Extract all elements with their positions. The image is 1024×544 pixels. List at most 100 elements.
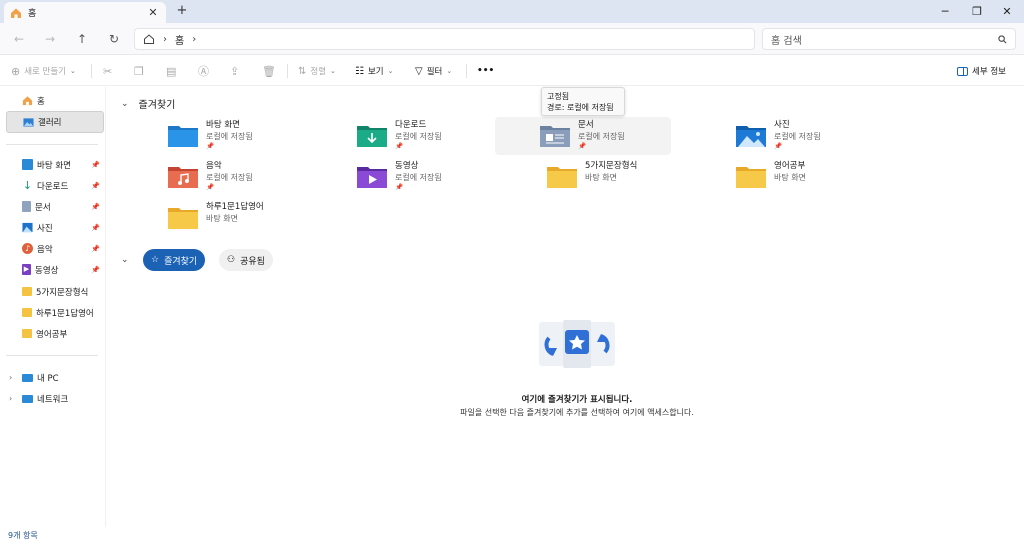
sidebar-item-label: 하루1문1답영어 <box>36 308 94 319</box>
breadcrumb-chevron-icon[interactable]: › <box>192 34 196 45</box>
sidebar-item-label: 음악 <box>37 244 53 255</box>
pin-icon[interactable]: 📌 <box>91 266 100 274</box>
back-button[interactable]: ← <box>10 30 28 48</box>
pin-icon[interactable]: 📌 <box>91 203 100 211</box>
view-icon: ☷ <box>355 65 364 77</box>
sidebar-item-pictures[interactable]: 사진 📌 <box>6 218 104 237</box>
sidebar-item-gallery[interactable]: 갤러리 <box>6 111 104 133</box>
view-button[interactable]: ☷ 보기 ⌄ <box>355 64 393 78</box>
pc-icon <box>22 373 33 382</box>
copy-icon[interactable]: ❐ <box>134 64 144 78</box>
folder-icon <box>22 329 32 338</box>
tile-videos[interactable]: 동영상 로컬에 저장됨 📌 <box>349 158 525 196</box>
video-folder-icon <box>357 167 387 188</box>
maximize-button[interactable]: ❐ <box>960 0 994 23</box>
tab-home[interactable]: 홈 ✕ <box>4 2 166 23</box>
tile-name: 5가지문장형식 <box>585 161 638 171</box>
tile-music[interactable]: 음악 로컬에 저장됨 📌 <box>160 158 336 196</box>
details-pane-button[interactable]: 세부 정보 <box>957 64 1006 78</box>
sidebar-item-label: 홈 <box>37 96 45 107</box>
pin-icon[interactable]: 📌 <box>91 224 100 232</box>
tile-pictures[interactable]: 사진 로컬에 저장됨 📌 <box>728 117 904 155</box>
up-button[interactable]: ↑ <box>73 30 91 48</box>
sidebar-item-folder[interactable]: 하루1문1답영어 <box>6 303 104 322</box>
sidebar-item-documents[interactable]: 문서 📌 <box>6 197 104 216</box>
command-bar: ⊕ 새로 만들기 ⌄ ✂ ❐ ▤ Ⓐ ⇪ 🗑 ⇅ 정렬 ⌄ ☷ 보기 ⌄ ▽ 필… <box>0 56 1024 86</box>
more-options-button[interactable]: ••• <box>477 64 494 78</box>
share-icon[interactable]: ⇪ <box>230 64 239 78</box>
chevron-right-icon[interactable]: › <box>9 394 12 403</box>
nav-bar: ← → ↑ ↻ › 홈 › 홈 검색 <box>0 23 1024 55</box>
sidebar-item-music[interactable]: ♪ 음악 📌 <box>6 239 104 258</box>
empty-state-illustration <box>539 320 615 368</box>
tab-close-icon[interactable]: ✕ <box>146 6 160 19</box>
divider <box>91 64 92 78</box>
sidebar-item-label: 다운로드 <box>37 181 69 192</box>
sidebar-item-this-pc[interactable]: › 내 PC <box>6 368 104 387</box>
sidebar-item-label: 5가지문장형식 <box>36 287 89 298</box>
search-icon <box>998 34 1007 43</box>
star-icon: ☆ <box>151 255 160 265</box>
close-window-button[interactable]: ✕ <box>990 0 1024 23</box>
divider <box>6 144 98 145</box>
new-button[interactable]: ⊕ 새로 만들기 ⌄ <box>11 64 76 78</box>
tile-name: 동영상 <box>395 161 419 171</box>
paste-icon[interactable]: ▤ <box>166 64 176 78</box>
section-title: 즐겨찾기 <box>138 100 176 111</box>
sort-label: 정렬 <box>310 67 327 77</box>
video-icon: ▶ <box>22 264 31 275</box>
quick-access-header[interactable]: ⌄ 즐겨찾기 <box>121 96 176 112</box>
tab-favorites[interactable]: ☆ 즐겨찾기 <box>143 249 206 271</box>
tile-subtitle: 바탕 화면 <box>206 214 238 223</box>
sidebar-item-network[interactable]: › 네트워크 <box>6 389 104 408</box>
tooltip-line: 경로: 로컬에 저장됨 <box>547 103 614 112</box>
address-bar[interactable]: › 홈 › <box>134 28 755 50</box>
pin-icon: 📌 <box>578 142 587 150</box>
tile-name: 문서 <box>578 120 594 130</box>
sidebar-item-downloads[interactable]: ↓ 다운로드 📌 <box>6 176 104 195</box>
tile-folder[interactable]: 영어공부 바탕 화면 <box>728 158 904 196</box>
tile-name: 다운로드 <box>395 120 427 130</box>
new-tab-button[interactable]: + <box>174 3 190 18</box>
forward-button[interactable]: → <box>41 30 59 48</box>
sidebar-item-desktop[interactable]: 바탕 화면 📌 <box>6 155 104 174</box>
tab-shared[interactable]: ⚇ 공유됨 <box>219 249 273 271</box>
tile-documents[interactable]: 문서 로컬에 저장됨 📌 <box>495 117 671 155</box>
cut-icon[interactable]: ✂ <box>103 64 112 78</box>
sidebar-item-home[interactable]: 홈 <box>6 91 104 110</box>
refresh-button[interactable]: ↻ <box>105 30 123 48</box>
tab-label: 공유됨 <box>240 256 265 267</box>
sidebar-item-folder[interactable]: 5가지문장형식 <box>6 282 104 301</box>
tile-name: 바탕 화면 <box>206 120 240 130</box>
delete-icon[interactable]: 🗑 <box>262 64 276 78</box>
tile-subtitle: 바탕 화면 <box>585 173 617 182</box>
collapse-chevron[interactable]: ⌄ <box>121 255 129 265</box>
chevron-down-icon: ⌄ <box>70 67 76 75</box>
search-input[interactable]: 홈 검색 <box>762 28 1016 50</box>
minimize-button[interactable]: ─ <box>928 0 962 23</box>
pin-icon[interactable]: 📌 <box>91 161 100 169</box>
breadcrumb-home[interactable]: 홈 <box>175 32 184 47</box>
chevron-down-icon: ⌄ <box>330 67 336 75</box>
filter-label: 필터 <box>426 67 443 77</box>
sidebar-item-videos[interactable]: ▶ 동영상 📌 <box>6 260 104 279</box>
view-label: 보기 <box>367 67 384 77</box>
empty-state-title: 여기에 즐겨찾기가 표시됩니다. <box>521 395 633 405</box>
filter-button[interactable]: ▽ 필터 ⌄ <box>415 64 452 78</box>
tile-folder[interactable]: 5가지문장형식 바탕 화면 <box>539 158 715 196</box>
pin-icon[interactable]: 📌 <box>91 245 100 253</box>
folder-icon <box>22 308 32 317</box>
search-placeholder: 홈 검색 <box>771 35 802 47</box>
pin-icon: 📌 <box>206 183 215 191</box>
sidebar-item-folder[interactable]: 영어공부 <box>6 324 104 343</box>
item-count: 9개 항목 <box>8 531 38 540</box>
tile-desktop[interactable]: 바탕 화면 로컬에 저장됨 📌 <box>160 117 336 155</box>
sort-button[interactable]: ⇅ 정렬 ⌄ <box>298 64 336 78</box>
pin-icon[interactable]: 📌 <box>91 182 100 190</box>
title-bar: 홈 ✕ + ─ ❐ ✕ <box>0 0 1024 23</box>
chevron-right-icon[interactable]: › <box>9 373 12 382</box>
folder-icon <box>22 287 32 296</box>
tile-folder[interactable]: 하루1문1답영어 바탕 화면 <box>160 199 336 237</box>
folder-icon <box>168 208 198 229</box>
rename-icon[interactable]: Ⓐ <box>198 64 209 78</box>
